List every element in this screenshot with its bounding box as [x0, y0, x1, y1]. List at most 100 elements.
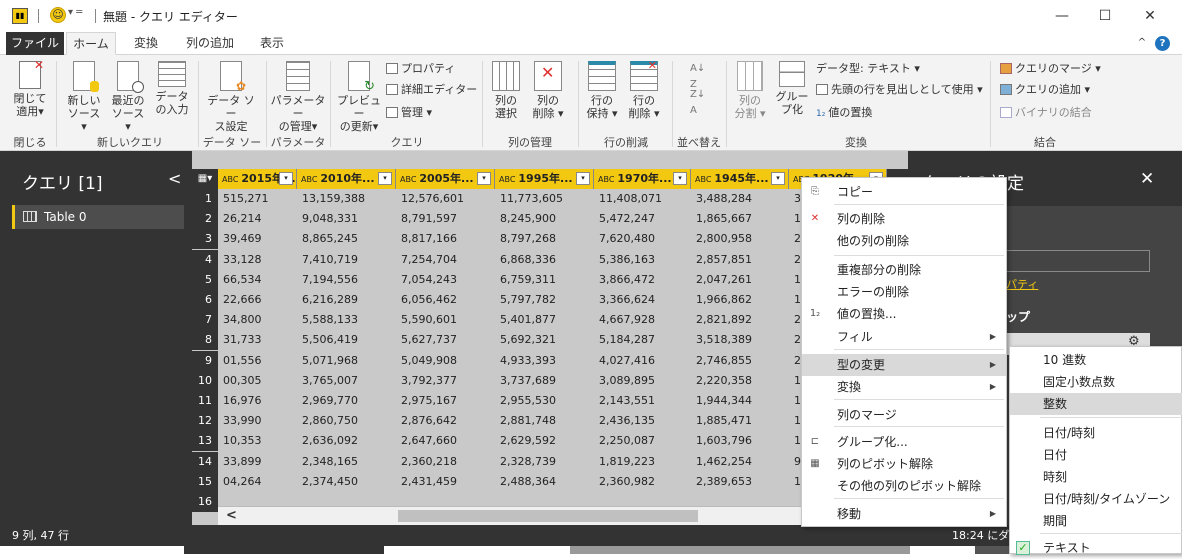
menu-item-unpivot-columns[interactable]: ▦ 列のピボット解除: [802, 453, 1006, 475]
query-name-input[interactable]: [1006, 250, 1150, 272]
text-type-icon[interactable]: ABC: [301, 175, 317, 184]
table-cell[interactable]: 5,692,321: [495, 330, 594, 350]
menu-item-remove-errors[interactable]: エラーの削除: [802, 281, 1006, 303]
group-by-button[interactable]: グルー プ化: [774, 61, 810, 116]
column-filter-dropdown-icon[interactable]: ▾: [771, 172, 785, 185]
minimize-button[interactable]: —: [1042, 4, 1082, 28]
all-properties-link[interactable]: パティ: [1006, 276, 1038, 292]
table-cell[interactable]: 5,184,287: [594, 330, 691, 350]
menu-item-copy[interactable]: ⎘ コピー: [802, 181, 1006, 203]
column-filter-dropdown-icon[interactable]: ▾: [378, 172, 392, 185]
menu-item-remove-duplicates[interactable]: 重複部分の削除: [802, 259, 1006, 281]
table-cell[interactable]: 4,667,928: [594, 310, 691, 330]
tab-home[interactable]: ホーム: [66, 32, 116, 55]
table-cell[interactable]: 2,647,660: [396, 431, 495, 451]
table-cell[interactable]: 1,462,254: [691, 452, 789, 472]
manage-button[interactable]: 管理 ▾: [386, 105, 432, 121]
table-cell[interactable]: 2,348,165: [297, 452, 396, 472]
table-cell[interactable]: 66,534: [218, 270, 297, 290]
recent-sources-button[interactable]: 最近の ソース▾: [110, 61, 146, 133]
text-type-icon[interactable]: ABC: [499, 175, 515, 184]
table-cell[interactable]: 3,737,689: [495, 371, 594, 391]
table-cell[interactable]: 2,360,218: [396, 452, 495, 472]
maximize-button[interactable]: ☐: [1085, 4, 1125, 28]
table-cell[interactable]: 2,360,982: [594, 472, 691, 492]
table-cell[interactable]: 00,305: [218, 371, 297, 391]
table-cell[interactable]: 2,436,135: [594, 411, 691, 431]
submenu-item-type-whole-number[interactable]: 整数: [1010, 393, 1182, 415]
submenu-item-type-datetimezone[interactable]: 日付/時刻/タイムゾーン: [1010, 488, 1182, 510]
table-cell[interactable]: 2,876,642: [396, 411, 495, 431]
table-cell[interactable]: 2,250,087: [594, 431, 691, 451]
table-cell[interactable]: 31,733: [218, 330, 297, 350]
table-cell[interactable]: 8,865,245: [297, 229, 396, 249]
table-cell[interactable]: 7,194,556: [297, 270, 396, 290]
merge-queries-button[interactable]: クエリのマージ ▾: [1000, 61, 1101, 77]
table-cell[interactable]: 33,899: [218, 452, 297, 472]
powerbi-app-icon[interactable]: ▮▮: [12, 8, 28, 24]
table-cell[interactable]: 5,506,419: [297, 330, 396, 350]
remove-columns-button[interactable]: ✕ 列の 削除 ▾: [530, 61, 566, 120]
table-cell[interactable]: 2,821,892: [691, 310, 789, 330]
submenu-item-type-date[interactable]: 日付: [1010, 444, 1182, 466]
table-cell[interactable]: 1,944,344: [691, 391, 789, 411]
table-cell[interactable]: 5,588,133: [297, 310, 396, 330]
tab-transform[interactable]: 変換: [126, 32, 166, 55]
menu-item-remove-column[interactable]: ✕ 列の削除: [802, 208, 1006, 230]
text-type-icon[interactable]: ABC: [400, 175, 416, 184]
table-cell[interactable]: 34,800: [218, 310, 297, 330]
table-cell[interactable]: 2,969,770: [297, 391, 396, 411]
table-menu-icon[interactable]: ▦▾: [192, 169, 218, 189]
table-cell[interactable]: 6,868,336: [495, 250, 594, 270]
table-cell[interactable]: 8,817,166: [396, 229, 495, 249]
tab-file[interactable]: ファイル: [6, 32, 64, 55]
table-cell[interactable]: 13,159,388: [297, 189, 396, 209]
table-cell[interactable]: 2,881,748: [495, 411, 594, 431]
table-cell[interactable]: 4,027,416: [594, 351, 691, 371]
column-filter-dropdown-icon[interactable]: ▾: [477, 172, 491, 185]
submenu-item-type-datetime[interactable]: 日付/時刻: [1010, 422, 1182, 444]
submenu-item-type-decimal[interactable]: 10 進数: [1010, 349, 1182, 371]
collapse-queries-icon[interactable]: <: [168, 169, 181, 188]
table-cell[interactable]: 10,353: [218, 431, 297, 451]
menu-item-replace-values[interactable]: 1₂ 値の置換...: [802, 303, 1006, 325]
refresh-preview-button[interactable]: ↻ プレビュー の更新▾: [334, 61, 384, 133]
table-cell[interactable]: 33,990: [218, 411, 297, 431]
menu-item-move[interactable]: 移動 ▶: [802, 503, 1006, 525]
column-header[interactable]: ABC 1970年... ▾: [594, 169, 691, 189]
table-cell[interactable]: 16,976: [218, 391, 297, 411]
table-cell[interactable]: 2,746,855: [691, 351, 789, 371]
table-cell[interactable]: 6,056,462: [396, 290, 495, 310]
scroll-left-arrow-icon[interactable]: <: [226, 507, 237, 525]
tab-view[interactable]: 表示: [254, 32, 290, 55]
table-cell[interactable]: 2,374,450: [297, 472, 396, 492]
table-cell[interactable]: 2,431,459: [396, 472, 495, 492]
properties-button[interactable]: プロパティ: [386, 61, 455, 77]
table-cell[interactable]: 1,865,667: [691, 209, 789, 229]
table-cell[interactable]: 2,220,358: [691, 371, 789, 391]
table-cell[interactable]: 2,955,530: [495, 391, 594, 411]
sort-descending-icon[interactable]: Z↓ A: [690, 87, 705, 116]
table-cell[interactable]: 7,054,243: [396, 270, 495, 290]
remove-rows-button[interactable]: ✕ 行の 削除 ▾: [626, 59, 662, 120]
table-cell[interactable]: 2,857,851: [691, 250, 789, 270]
table-cell[interactable]: 3,866,472: [594, 270, 691, 290]
close-button[interactable]: ✕: [1130, 4, 1170, 28]
table-cell[interactable]: 3,765,007: [297, 371, 396, 391]
column-header[interactable]: ABC 1995年... ▾: [495, 169, 594, 189]
submenu-item-type-text[interactable]: ✓ テキスト: [1010, 537, 1182, 559]
manage-parameters-button[interactable]: パラメーター の管理▾: [270, 61, 326, 133]
column-filter-dropdown-icon[interactable]: ▾: [279, 172, 293, 185]
table-cell[interactable]: 3,518,389: [691, 330, 789, 350]
column-header[interactable]: ABC 1945年... ▾: [691, 169, 789, 189]
advanced-editor-button[interactable]: 詳細エディター: [386, 82, 477, 98]
table-cell[interactable]: 2,488,364: [495, 472, 594, 492]
close-settings-icon[interactable]: ✕: [1140, 169, 1154, 189]
submenu-item-type-time[interactable]: 時刻: [1010, 466, 1182, 488]
use-first-row-headers-button[interactable]: 先頭の行を見出しとして使用 ▾: [816, 82, 983, 98]
column-header[interactable]: ABC 2005年... ▾: [396, 169, 495, 189]
text-type-icon[interactable]: ABC: [598, 175, 614, 184]
split-column-button[interactable]: 列の 分割 ▾: [732, 61, 768, 120]
combine-binaries-button[interactable]: バイナリの結合: [1000, 105, 1092, 121]
datasource-settings-button[interactable]: ✿ データ ソー ス設定: [204, 61, 258, 133]
